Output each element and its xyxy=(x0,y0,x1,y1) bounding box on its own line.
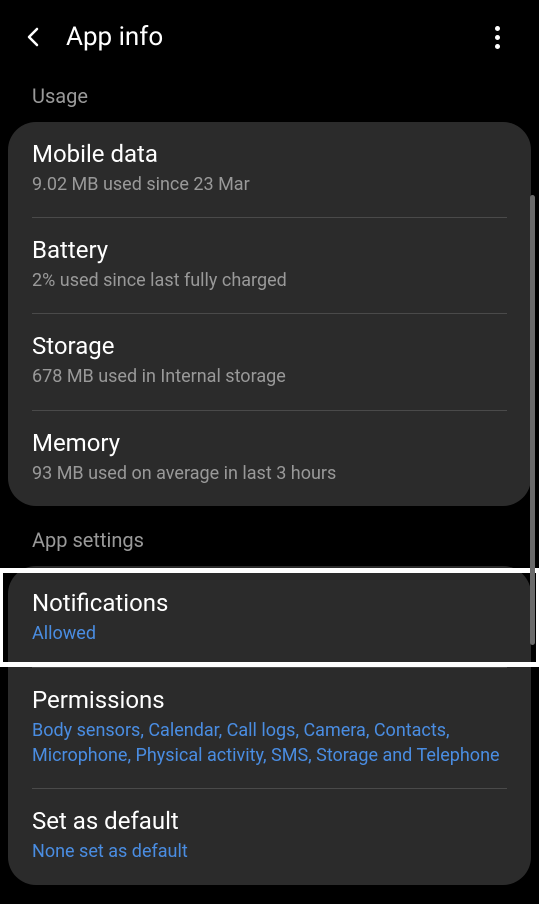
more-options-icon[interactable] xyxy=(485,25,509,49)
app-settings-card: Notifications Allowed Permissions Body s… xyxy=(8,566,531,885)
notifications-subtitle: Allowed xyxy=(32,621,507,646)
permissions-item[interactable]: Permissions Body sensors, Calendar, Call… xyxy=(8,668,531,788)
memory-item[interactable]: Memory 93 MB used on average in last 3 h… xyxy=(8,411,531,506)
battery-item[interactable]: Battery 2% used since last fully charged xyxy=(8,218,531,313)
set-as-default-subtitle: None set as default xyxy=(32,839,507,864)
app-settings-section-header: App settings xyxy=(0,506,539,566)
mobile-data-subtitle: 9.02 MB used since 23 Mar xyxy=(32,172,507,197)
page-title: App info xyxy=(66,22,485,52)
back-icon[interactable] xyxy=(20,23,48,51)
set-as-default-item[interactable]: Set as default None set as default xyxy=(8,789,531,884)
usage-section-header: Usage xyxy=(0,74,539,122)
memory-title: Memory xyxy=(32,429,507,457)
mobile-data-title: Mobile data xyxy=(32,140,507,168)
notifications-item[interactable]: Notifications Allowed xyxy=(0,568,539,667)
set-as-default-title: Set as default xyxy=(32,807,507,835)
scrollbar[interactable] xyxy=(530,195,535,645)
permissions-title: Permissions xyxy=(32,686,507,714)
usage-card: Mobile data 9.02 MB used since 23 Mar Ba… xyxy=(8,122,531,506)
battery-subtitle: 2% used since last fully charged xyxy=(32,268,507,293)
battery-title: Battery xyxy=(32,236,507,264)
mobile-data-item[interactable]: Mobile data 9.02 MB used since 23 Mar xyxy=(8,122,531,217)
permissions-subtitle: Body sensors, Calendar, Call logs, Camer… xyxy=(32,718,507,768)
storage-subtitle: 678 MB used in Internal storage xyxy=(32,364,507,389)
app-header: App info xyxy=(0,0,539,74)
notifications-title: Notifications xyxy=(32,589,507,617)
memory-subtitle: 93 MB used on average in last 3 hours xyxy=(32,461,507,486)
storage-title: Storage xyxy=(32,332,507,360)
storage-item[interactable]: Storage 678 MB used in Internal storage xyxy=(8,314,531,409)
